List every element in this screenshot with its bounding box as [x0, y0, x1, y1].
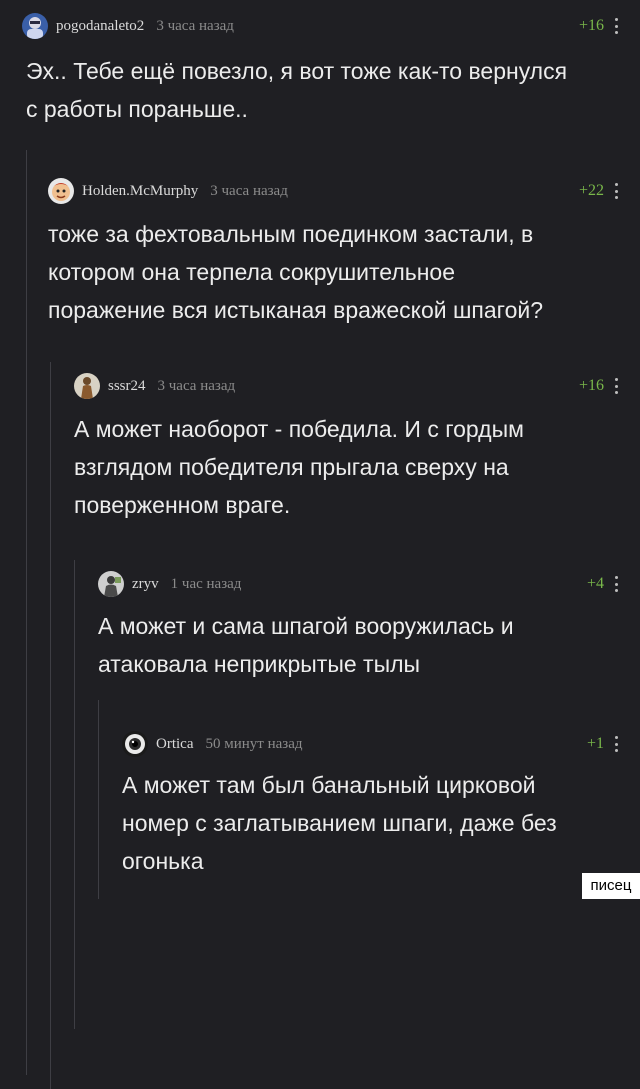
username-link[interactable]: pogodanaleto2 [56, 18, 144, 35]
username-link[interactable]: zryv [132, 576, 159, 593]
comment-text-line: огонька [122, 848, 204, 874]
more-options-icon[interactable] [614, 18, 618, 34]
comment-time: 3 часа назад [210, 182, 288, 199]
comment-text-line: А может там был банальный цирковой [122, 772, 536, 798]
rating-value: +4 [586, 575, 604, 592]
comment-time: 50 минут назад [205, 735, 303, 752]
more-options-icon[interactable] [614, 736, 618, 752]
comment-text-line: атаковала неприкрытые тылы [98, 651, 421, 677]
rating-value: +16 [578, 377, 604, 394]
comment-text-line: номер с заглатыванием шпаги, даже без [122, 810, 557, 836]
comment-text: А может и сама шпагой вооружилась и атак… [98, 607, 514, 683]
username-link[interactable]: Ortica [156, 736, 193, 753]
comment-text: тоже за фехтовальным поединком застали, … [48, 215, 543, 329]
more-options-icon[interactable] [614, 576, 618, 592]
more-options-icon[interactable] [614, 378, 618, 394]
username-link[interactable]: sssr24 [108, 378, 146, 395]
username-link[interactable]: Holden.McMurphy [82, 183, 198, 200]
comment-header: pogodanaleto2 3 часа назад +16 [22, 12, 640, 40]
person-avatar-icon[interactable] [22, 13, 48, 39]
figure-avatar-icon[interactable] [74, 373, 100, 399]
rating-value: +16 [578, 17, 604, 34]
comment-text-line: А может и сама шпагой вооружилась и [98, 613, 514, 639]
comment: zryv 1 час назад +4 А может и сама шпаго… [0, 560, 640, 1029]
comment-time: 1 час назад [170, 575, 242, 592]
cartoon-face-avatar-icon[interactable] [48, 178, 74, 204]
comment-text-line: взглядом победителя прыгала сверху на [74, 454, 509, 480]
comment: Ortica 50 минут назад +1 А может там был… [0, 700, 640, 899]
comment-time: 3 часа назад [157, 377, 236, 394]
comment-text-line: котором она терпела сокрушительное [48, 259, 456, 285]
rating-value: +22 [578, 182, 604, 199]
comment-text-line: поражение вся истыканая вражеской шпагой… [48, 297, 543, 323]
comment-text: А может наоборот - победила. И с гордым … [74, 410, 524, 524]
comment-text-line: тоже за фехтовальным поединком застали, … [48, 221, 534, 247]
comment-text: А может там был банальный цирковой номер… [122, 766, 557, 880]
comment-text-line: Эх.. Тебе ещё повезло, я вот тоже как-то… [26, 58, 568, 84]
more-options-icon[interactable] [614, 183, 618, 199]
figure-avatar-icon[interactable] [98, 571, 124, 597]
comment-text-line: А может наоборот - победила. И с гордым [74, 416, 524, 442]
comment-text-line: с работы пораньше.. [26, 96, 248, 122]
watermark: писец [582, 873, 640, 899]
comment-header: zryv 1 час назад +4 [98, 570, 640, 598]
comment-header: Holden.McMurphy 3 часа назад +22 [48, 177, 640, 205]
comment: Holden.McMurphy 3 часа назад +22 тоже за… [0, 150, 640, 1075]
comment: pogodanaleto2 3 часа назад +16 Эх.. Тебе… [0, 0, 640, 140]
comment: sssr24 3 часа назад +16 А может наоборот… [0, 362, 640, 1089]
eye-avatar-icon[interactable] [122, 731, 148, 757]
comment-time: 3 часа назад [156, 17, 234, 34]
thread-line[interactable] [98, 700, 99, 899]
comment-header: sssr24 3 часа назад +16 [74, 372, 640, 400]
rating-value: +1 [586, 735, 604, 752]
comment-text-line: поверженном враге. [74, 492, 291, 518]
comment-header: Ortica 50 минут назад +1 [122, 730, 640, 758]
comment-text: Эх.. Тебе ещё повезло, я вот тоже как-то… [26, 52, 567, 128]
